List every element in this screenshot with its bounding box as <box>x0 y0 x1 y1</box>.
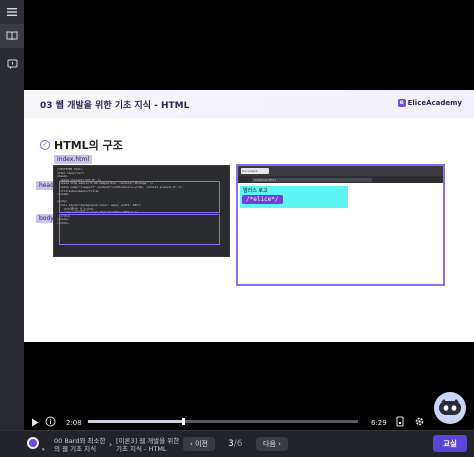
aqua-div: 엘리스 로고 /*elice*/ <box>240 186 348 208</box>
progress-dropdown-icon[interactable]: ▾ <box>42 447 45 453</box>
course-title[interactable]: 00 Bard와 최소한의 웹 기초 지식 <box>54 437 107 453</box>
chevron-right-icon: › <box>109 440 113 449</box>
subtitle-text: HTML의 구조 <box>54 139 123 152</box>
browser-tab: Document <box>241 168 269 174</box>
elice-logo-text: /*elice*/ <box>246 196 279 203</box>
page-indicator: 3/6 <box>228 439 243 449</box>
speed-icon <box>396 416 404 427</box>
file-label: index.html <box>54 155 92 164</box>
speed-button[interactable] <box>395 416 405 429</box>
lesson-title[interactable]: [이론3] 웹 개발을 위한 기초 지식 - HTML <box>116 437 182 453</box>
menu-button[interactable] <box>0 0 24 24</box>
brand-name: EliceAcademy <box>407 99 462 107</box>
elice-icon: e <box>397 99 406 107</box>
info-button[interactable] <box>45 416 56 429</box>
progress-fill <box>88 420 183 423</box>
chatbot-avatar[interactable] <box>434 392 466 424</box>
next-button[interactable]: 다음 › <box>256 437 288 451</box>
address-url: localhost:5501 <box>252 177 372 182</box>
head-highlight <box>59 181 220 213</box>
current-time: 2:08 <box>66 419 82 427</box>
note-button[interactable] <box>0 52 24 76</box>
book-button[interactable] <box>0 24 24 48</box>
body-highlight <box>59 214 220 245</box>
prev-button[interactable]: ‹ 이전 <box>183 437 215 451</box>
next-label: 다음 <box>263 440 276 448</box>
progress-knob[interactable] <box>181 418 185 425</box>
page-total: /6 <box>233 439 243 449</box>
play-button[interactable] <box>31 418 39 429</box>
info-icon <box>45 416 56 427</box>
elice-logo-image: /*elice*/ <box>242 195 283 204</box>
play-icon <box>32 418 39 427</box>
book-icon <box>6 31 18 41</box>
browser-tabbar: Document <box>238 166 443 176</box>
prev-label: 이전 <box>195 440 208 448</box>
total-time: 6:29 <box>371 419 387 427</box>
app-root: 03 웹 개발을 위한 기초 지식 - HTML e EliceAcademy … <box>0 0 474 457</box>
bot-face-icon <box>439 399 461 415</box>
classroom-button[interactable]: 교실 <box>433 435 467 452</box>
check-circle-icon: ✓ <box>40 140 50 150</box>
preview-heading: 엘리스 로고 <box>243 188 268 194</box>
course-progress-icon <box>27 437 39 449</box>
menu-icon <box>7 8 17 16</box>
slide-title: 03 웹 개발을 위한 기초 지식 - HTML <box>40 101 190 111</box>
progress-bar[interactable] <box>88 418 358 425</box>
slide-header: 03 웹 개발을 위한 기초 지식 - HTML e EliceAcademy <box>24 90 474 118</box>
slide-subtitle: ✓ HTML의 구조 <box>40 137 123 153</box>
brand-logo: e EliceAcademy <box>397 99 462 107</box>
gear-icon <box>415 417 424 426</box>
settings-button[interactable] <box>414 416 425 429</box>
address-bar: localhost:5501 <box>238 176 443 183</box>
chevron-right-icon: › <box>275 440 281 448</box>
left-rail <box>0 0 24 430</box>
note-icon <box>7 59 17 69</box>
lecture-slide: 03 웹 개발을 위한 기초 지식 - HTML e EliceAcademy … <box>24 90 474 342</box>
browser-preview: Document localhost:5501 엘리스 로고 /*elice*/ <box>236 164 445 286</box>
